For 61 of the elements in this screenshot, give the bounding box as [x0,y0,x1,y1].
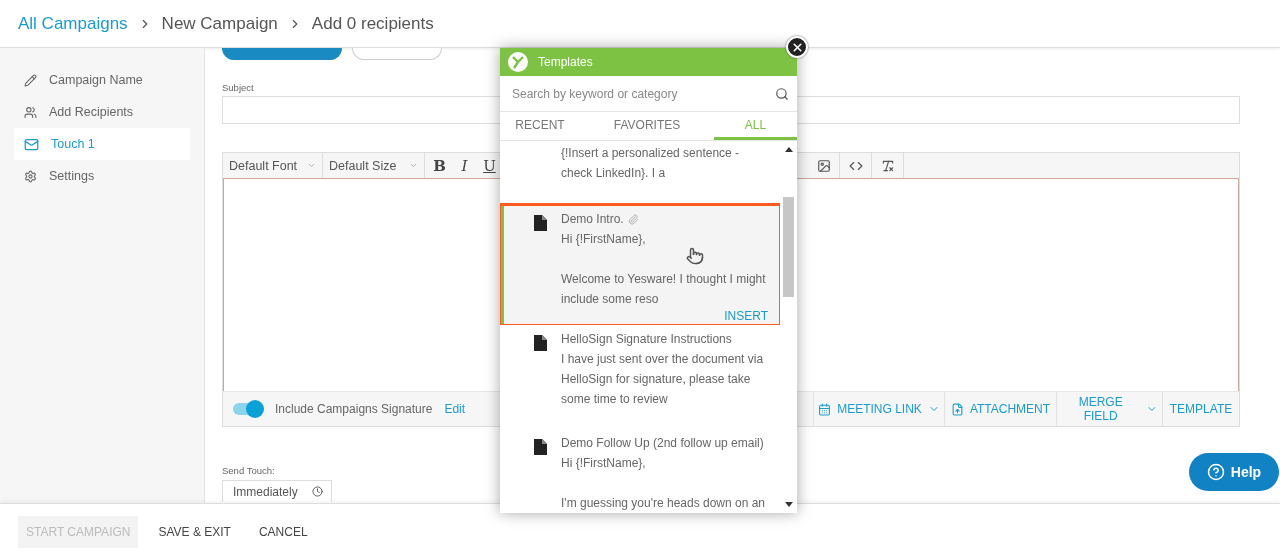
logo-icon [508,52,528,72]
scroll-down-icon[interactable] [784,502,793,507]
subject-label: Subject [222,82,254,93]
clock-icon [312,486,323,497]
send-touch-select[interactable]: Immediately [222,480,332,502]
pill-button[interactable] [352,48,442,60]
breadcrumb-item: New Campaign [161,13,278,34]
format-button[interactable]: B [427,153,452,178]
sidebar-item[interactable]: Add Recipients [14,96,190,128]
document-icon [534,439,547,455]
panel-title: Templates [538,55,593,69]
pencil-icon [24,73,37,87]
size-select[interactable]: Default Size [323,153,425,178]
sidebar-item[interactable]: Campaign Name [14,64,190,96]
file-icon [950,402,964,416]
format-button[interactable]: U [477,153,502,178]
close-icon [790,40,804,54]
hand-cursor-icon [686,247,704,265]
document-icon [534,215,547,231]
mail-icon [24,136,39,152]
pill-button[interactable] [222,48,342,60]
template-title: Demo Follow Up (2nd follow up email) [561,435,764,452]
caret-icon [409,161,418,170]
template-preview: Hi {!FirstName}, [561,231,647,248]
users-icon [24,105,37,119]
template-title: Demo Intro. [561,211,624,228]
settings-icon [24,169,37,183]
signature-label: Include Campaigns Signature [275,402,433,416]
sidebar-item[interactable]: Settings [14,160,190,192]
breadcrumb-item: Add 0 recipients [311,13,434,34]
help-icon [1206,463,1225,481]
toolbar-action[interactable]: TEMPLATE [1162,392,1239,426]
footer-button[interactable]: CANCEL [250,515,316,548]
edit-link[interactable]: Edit [444,402,466,416]
calendar-icon [818,402,832,416]
template-item-hovered[interactable]: Demo Intro. Hi {!FirstName}, Welcome to Yesware! I thought I might include some reso INSERT [500,205,780,325]
format-button[interactable]: I [452,153,477,178]
scrollbar-thumb[interactable] [783,197,794,297]
font-select[interactable]: Default Font [223,153,323,178]
document-icon [534,335,547,351]
sidebar-item[interactable]: Touch 1 [14,128,190,160]
template-preview: Hi {!FirstName}, [561,455,647,472]
template-preview: Welcome to Yesware! I thought I might include some reso [561,271,767,308]
template-preview: {!Insert a personalized sentence - check LinkedIn}. I a [561,145,741,182]
help-button[interactable]: Help [1189,453,1279,491]
signature-toggle[interactable] [233,403,263,415]
breadcrumb-link[interactable]: All Campaigns [18,13,128,34]
template-preview: I have just sent over the document via HelloSign for signature, please take some time to review [561,351,765,408]
caret-icon [307,161,316,170]
toolbar-action[interactable]: ATTACHMENT [944,392,1056,426]
template-title: HelloSign Signature Instructions [561,331,732,348]
search-icon [775,86,789,101]
template-item[interactable]: Demo Follow Up (2nd follow up email) Hi {!FirstName}, I'm guessing you're heads down on an [500,429,780,513]
toolbar-action[interactable]: MERGE FIELD [1056,392,1162,426]
footer-button[interactable]: SAVE & EXIT [150,515,239,548]
paperclip-icon [627,213,639,225]
send-touch-label: Send Touch: [222,465,275,476]
template-preview: I'm guessing you're heads down on an [561,495,767,512]
close-button[interactable] [786,36,808,58]
insert-link[interactable]: INSERT [722,309,770,323]
toolbar-action[interactable]: MEETING LINK [813,392,944,426]
